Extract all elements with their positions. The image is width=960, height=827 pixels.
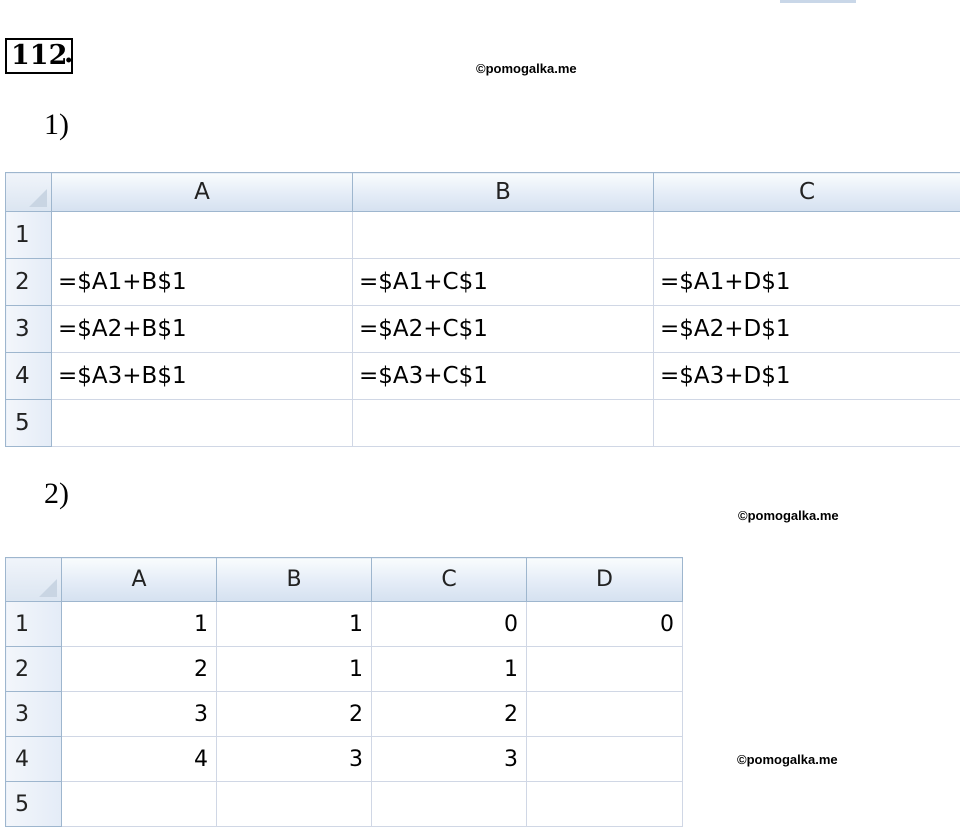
- cell-a1[interactable]: 1: [62, 602, 217, 647]
- cell-b2[interactable]: 1: [217, 647, 372, 692]
- column-header-a[interactable]: A: [62, 558, 217, 602]
- cell-d3[interactable]: [527, 692, 683, 737]
- row-header[interactable]: 3: [6, 692, 62, 737]
- cell-a2[interactable]: 2: [62, 647, 217, 692]
- column-header-c[interactable]: C: [654, 173, 960, 212]
- cell-d5[interactable]: [527, 782, 683, 827]
- cell-a2[interactable]: =$A1+B$1: [52, 259, 353, 306]
- table-row: 3 =$A2+B$1 =$A2+C$1 =$A2+D$1: [6, 306, 960, 353]
- part-label-2: 2): [44, 477, 69, 511]
- table-row: 5: [6, 400, 960, 447]
- table-row: 4 =$A3+B$1 =$A3+C$1 =$A3+D$1: [6, 353, 960, 400]
- table-row: 2 2 1 1: [6, 647, 683, 692]
- column-header-row: A B C D: [6, 558, 683, 602]
- cell-a3[interactable]: 3: [62, 692, 217, 737]
- spreadsheet-formulas: A B C 1 2 =$A1+B$1 =$A1+C$1 =$A1+D$1 3 =…: [5, 172, 960, 447]
- watermark: ©pomogalka.me: [476, 61, 577, 76]
- cell-b5[interactable]: [353, 400, 654, 447]
- cell-b3[interactable]: =$A2+C$1: [353, 306, 654, 353]
- column-header-d[interactable]: D: [527, 558, 683, 602]
- row-header[interactable]: 5: [6, 400, 52, 447]
- row-header[interactable]: 1: [6, 602, 62, 647]
- cell-c1[interactable]: [654, 212, 960, 259]
- row-header[interactable]: 1: [6, 212, 52, 259]
- cell-c3[interactable]: =$A2+D$1: [654, 306, 960, 353]
- spreadsheet-values: A B C D 1 1 1 0 0 2 2 1 1 3 3 2 2 4 4 3 …: [5, 557, 683, 827]
- table-row: 1: [6, 212, 960, 259]
- cell-c2[interactable]: 1: [372, 647, 527, 692]
- column-header-c[interactable]: C: [372, 558, 527, 602]
- column-header-b[interactable]: B: [353, 173, 654, 212]
- cell-d4[interactable]: [527, 737, 683, 782]
- select-all-corner[interactable]: [6, 173, 52, 212]
- row-header[interactable]: 2: [6, 647, 62, 692]
- column-header-a[interactable]: A: [52, 173, 353, 212]
- cell-c3[interactable]: 2: [372, 692, 527, 737]
- table-row: 4 4 3 3: [6, 737, 683, 782]
- cell-c5[interactable]: [654, 400, 960, 447]
- cell-d2[interactable]: [527, 647, 683, 692]
- table-row: 1 1 1 0 0: [6, 602, 683, 647]
- select-all-corner[interactable]: [6, 558, 62, 602]
- cell-b3[interactable]: 2: [217, 692, 372, 737]
- select-all-triangle-icon: [29, 189, 47, 207]
- cell-d1[interactable]: 0: [527, 602, 683, 647]
- part-label-1: 1): [44, 108, 69, 142]
- problem-number-dot: .: [64, 36, 73, 72]
- cell-b1[interactable]: [353, 212, 654, 259]
- cell-c1[interactable]: 0: [372, 602, 527, 647]
- cell-b4[interactable]: 3: [217, 737, 372, 782]
- column-header-row: A B C: [6, 173, 960, 212]
- cell-a5[interactable]: [62, 782, 217, 827]
- table-row: 5: [6, 782, 683, 827]
- top-decoration-bar: [780, 0, 856, 3]
- cell-c2[interactable]: =$A1+D$1: [654, 259, 960, 306]
- cell-a5[interactable]: [52, 400, 353, 447]
- row-header[interactable]: 5: [6, 782, 62, 827]
- cell-b4[interactable]: =$A3+C$1: [353, 353, 654, 400]
- watermark: ©pomogalka.me: [738, 508, 839, 523]
- row-header[interactable]: 4: [6, 737, 62, 782]
- cell-a3[interactable]: =$A2+B$1: [52, 306, 353, 353]
- watermark: ©pomogalka.me: [737, 752, 838, 767]
- select-all-triangle-icon: [39, 579, 57, 597]
- cell-a4[interactable]: 4: [62, 737, 217, 782]
- column-header-b[interactable]: B: [217, 558, 372, 602]
- cell-c4[interactable]: =$A3+D$1: [654, 353, 960, 400]
- cell-b5[interactable]: [217, 782, 372, 827]
- row-header[interactable]: 4: [6, 353, 52, 400]
- cell-c4[interactable]: 3: [372, 737, 527, 782]
- row-header[interactable]: 3: [6, 306, 52, 353]
- table-row: 2 =$A1+B$1 =$A1+C$1 =$A1+D$1: [6, 259, 960, 306]
- cell-b1[interactable]: 1: [217, 602, 372, 647]
- cell-c5[interactable]: [372, 782, 527, 827]
- cell-a4[interactable]: =$A3+B$1: [52, 353, 353, 400]
- row-header[interactable]: 2: [6, 259, 52, 306]
- table-row: 3 3 2 2: [6, 692, 683, 737]
- cell-a1[interactable]: [52, 212, 353, 259]
- cell-b2[interactable]: =$A1+C$1: [353, 259, 654, 306]
